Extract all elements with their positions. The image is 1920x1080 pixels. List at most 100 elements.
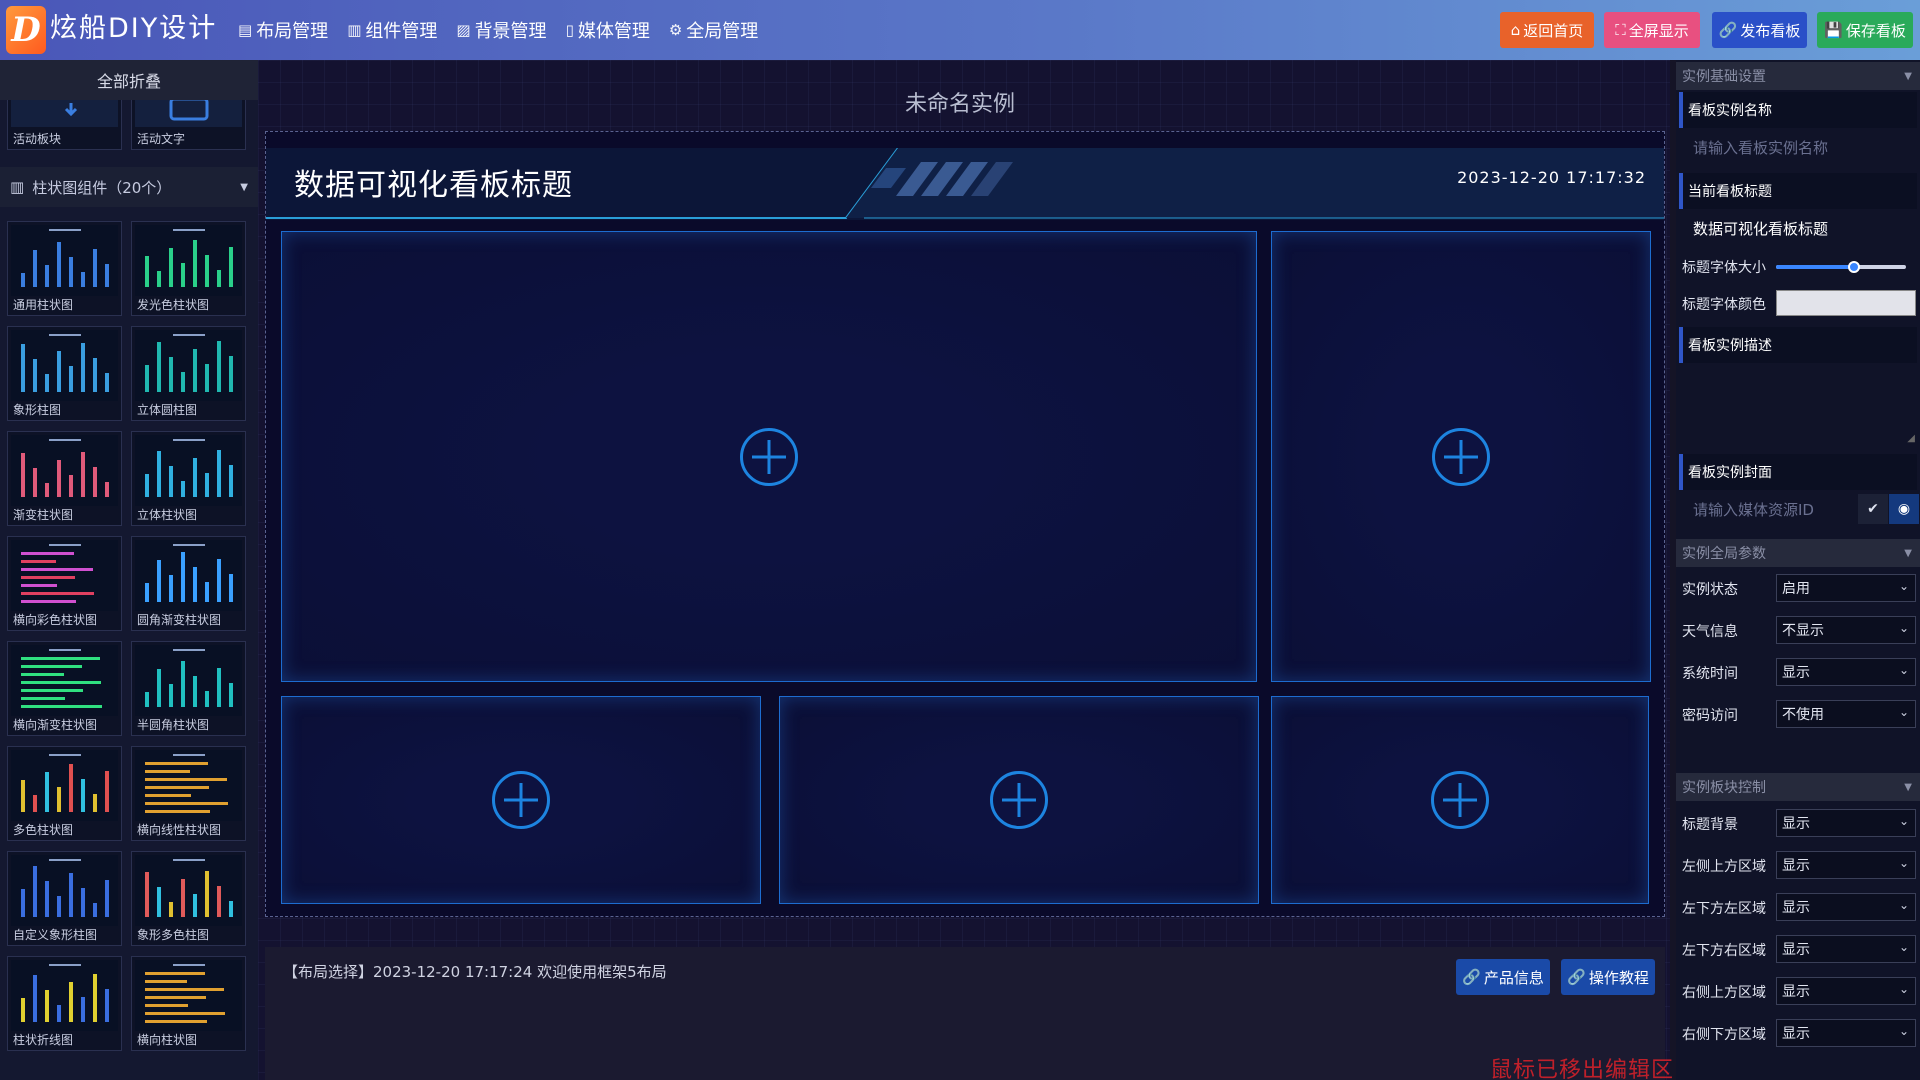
description-label: 看板实例描述 bbox=[1679, 327, 1917, 363]
region-left-bottom-right[interactable] bbox=[779, 696, 1259, 904]
slider-handle[interactable] bbox=[1848, 261, 1860, 273]
nav-item-0[interactable]: ▤ 布局管理 bbox=[238, 17, 328, 43]
select-value: 显示 bbox=[1782, 984, 1810, 1000]
instance-title: 未命名实例 bbox=[904, 92, 1015, 117]
nav-item-2[interactable]: ▨ 背景管理 bbox=[456, 17, 546, 43]
component-tile[interactable]: 横向线性柱状图 bbox=[131, 746, 246, 841]
component-tile[interactable]: 柱状折线图 bbox=[7, 956, 122, 1051]
component-label: 发光色柱状图 bbox=[137, 298, 210, 312]
setting-select[interactable]: 显示 ⌄ bbox=[1776, 977, 1916, 1005]
component-thumbnail bbox=[135, 435, 242, 506]
cover-input[interactable]: 请输入媒体资源ID bbox=[1679, 491, 1857, 527]
setting-label: 天气信息 bbox=[1682, 624, 1738, 640]
confirm-icon[interactable]: ✔ bbox=[1858, 494, 1888, 524]
chevron-down-icon: ⌄ bbox=[1898, 663, 1909, 677]
setting-label: 密码访问 bbox=[1682, 708, 1738, 724]
top-bar: D 炫船DIY设计 ▤ 布局管理 ▥ 组件管理 ▨ 背景管理 ▯ 媒体管理 ⚙ 全局管理 ⌂ 返回首… bbox=[0, 0, 1920, 60]
app-name: 炫船DIY设计 bbox=[50, 13, 218, 44]
bar-chart-group-header[interactable]: ▥ 柱状图组件（20个） ▼ bbox=[0, 167, 258, 207]
component-tile[interactable]: 横向渐变柱状图 bbox=[7, 641, 122, 736]
component-tile[interactable]: 通用柱状图 bbox=[7, 221, 122, 316]
component-label: 活动板块 bbox=[13, 132, 62, 146]
region-right-top[interactable] bbox=[1271, 231, 1651, 682]
layout-icon: ▤ bbox=[238, 21, 253, 39]
chevron-down-icon: ⌄ bbox=[1898, 579, 1909, 593]
block-control-header[interactable]: 实例板块控制 ▼ bbox=[1676, 773, 1920, 801]
setting-select[interactable]: 显示 ⌄ bbox=[1776, 809, 1916, 837]
description-textarea[interactable]: ◢ bbox=[1679, 366, 1917, 444]
product-info-button[interactable]: 🔗 产品信息 bbox=[1456, 959, 1550, 995]
setting-select[interactable]: 显示 ⌄ bbox=[1776, 893, 1916, 921]
component-tile[interactable]: 横向彩色柱状图 bbox=[7, 536, 122, 631]
select-value: 启用 bbox=[1782, 581, 1810, 597]
add-icon bbox=[990, 771, 1048, 829]
setting-select[interactable]: 启用 ⌄ bbox=[1776, 574, 1916, 602]
component-tile[interactable]: 自定义象形柱图 bbox=[7, 851, 122, 946]
nav-item-3[interactable]: ▯ 媒体管理 bbox=[566, 17, 650, 43]
component-thumbnail bbox=[11, 855, 118, 926]
save-button[interactable]: 💾 保存看板 bbox=[1817, 12, 1913, 48]
setting-select[interactable]: 显示 ⌄ bbox=[1776, 1019, 1916, 1047]
publish-button[interactable]: 🔗 发布看板 bbox=[1712, 12, 1807, 48]
chevron-down-icon: ⌄ bbox=[1898, 705, 1909, 719]
component-tile[interactable]: 渐变柱状图 bbox=[7, 431, 122, 526]
setting-label: 左下方右区域 bbox=[1682, 943, 1766, 959]
tutorial-button[interactable]: 🔗 操作教程 bbox=[1561, 959, 1655, 995]
add-icon bbox=[740, 427, 798, 486]
component-tile[interactable]: 象形多色柱图 bbox=[131, 851, 246, 946]
setting-select[interactable]: 不显示 ⌄ bbox=[1776, 616, 1916, 644]
board-title-bar[interactable]: 数据可视化看板标题 2023-12-20 17:17:32 bbox=[266, 148, 1664, 220]
select-value: 显示 bbox=[1782, 816, 1810, 832]
region-left-bottom-left[interactable] bbox=[281, 696, 761, 904]
link-icon: 🔗 bbox=[1718, 21, 1738, 39]
component-tile[interactable]: 发光色柱状图 bbox=[131, 221, 246, 316]
name-input[interactable]: 请输入看板实例名称 bbox=[1679, 129, 1917, 165]
select-value: 显示 bbox=[1782, 942, 1810, 958]
component-tile[interactable]: 象形柱图 bbox=[7, 326, 122, 421]
region-right-bottom[interactable] bbox=[1271, 696, 1649, 904]
setting-label: 标题背景 bbox=[1682, 817, 1738, 833]
preview-eye-icon[interactable]: ◉ bbox=[1889, 494, 1919, 524]
nav-item-4[interactable]: ⚙ 全局管理 bbox=[669, 17, 758, 43]
nav-label: 组件管理 bbox=[365, 21, 438, 42]
component-thumbnail bbox=[135, 330, 242, 401]
font-size-slider[interactable] bbox=[1776, 261, 1906, 273]
global-params-header[interactable]: 实例全局参数 ▼ bbox=[1676, 539, 1920, 567]
nav-item-1[interactable]: ▥ 组件管理 bbox=[347, 17, 437, 43]
component-tile[interactable]: 圆角渐变柱状图 bbox=[131, 536, 246, 631]
component-tile[interactable]: 立体圆柱图 bbox=[131, 326, 246, 421]
home-button[interactable]: ⌂ 返回首页 bbox=[1500, 12, 1594, 48]
board-title: 数据可视化看板标题 bbox=[294, 168, 573, 203]
component-tile[interactable]: 横向柱状图 bbox=[131, 956, 246, 1051]
setting-select[interactable]: 显示 ⌄ bbox=[1776, 658, 1916, 686]
component-tile[interactable]: 立体柱状图 bbox=[131, 431, 246, 526]
component-tile[interactable]: 半圆角柱状图 bbox=[131, 641, 246, 736]
add-icon bbox=[1431, 771, 1489, 829]
font-color-picker[interactable] bbox=[1776, 290, 1916, 316]
component-tile[interactable]: 多色柱状图 bbox=[7, 746, 122, 841]
setting-select[interactable]: 显示 ⌄ bbox=[1776, 851, 1916, 879]
setting-select[interactable]: 显示 ⌄ bbox=[1776, 935, 1916, 963]
image-icon: ▨ bbox=[456, 21, 471, 39]
chevron-down-icon: ⌄ bbox=[1898, 1024, 1909, 1038]
fullscreen-button[interactable]: ⛶ 全屏显示 bbox=[1604, 12, 1700, 48]
collapse-all-button[interactable]: 全部折叠 bbox=[0, 60, 258, 100]
settings-panel: 实例基础设置 ▼ 看板实例名称 请输入看板实例名称 当前看板标题 数据可视化看板标… bbox=[1676, 60, 1920, 1080]
component-thumbnail bbox=[11, 540, 118, 611]
cover-label: 看板实例封面 bbox=[1679, 454, 1917, 490]
slider-fill bbox=[1776, 265, 1854, 269]
board-title-input[interactable]: 数据可视化看板标题 bbox=[1679, 210, 1917, 246]
link-icon: 🔗 bbox=[1462, 968, 1481, 986]
bar-chart-icon: ▥ bbox=[347, 21, 362, 39]
component-thumbnail bbox=[11, 225, 118, 296]
setting-label: 右侧上方区域 bbox=[1682, 985, 1766, 1001]
link-icon: 🔗 bbox=[1567, 968, 1586, 986]
setting-select[interactable]: 不使用 ⌄ bbox=[1776, 700, 1916, 728]
component-label: 半圆角柱状图 bbox=[137, 718, 210, 732]
nav-label: 布局管理 bbox=[256, 21, 329, 42]
component-label: 横向渐变柱状图 bbox=[13, 718, 98, 732]
region-left-top[interactable] bbox=[281, 231, 1257, 682]
file-icon: ▯ bbox=[565, 21, 574, 39]
basic-settings-header[interactable]: 实例基础设置 ▼ bbox=[1676, 62, 1920, 90]
component-thumbnail bbox=[135, 960, 242, 1031]
